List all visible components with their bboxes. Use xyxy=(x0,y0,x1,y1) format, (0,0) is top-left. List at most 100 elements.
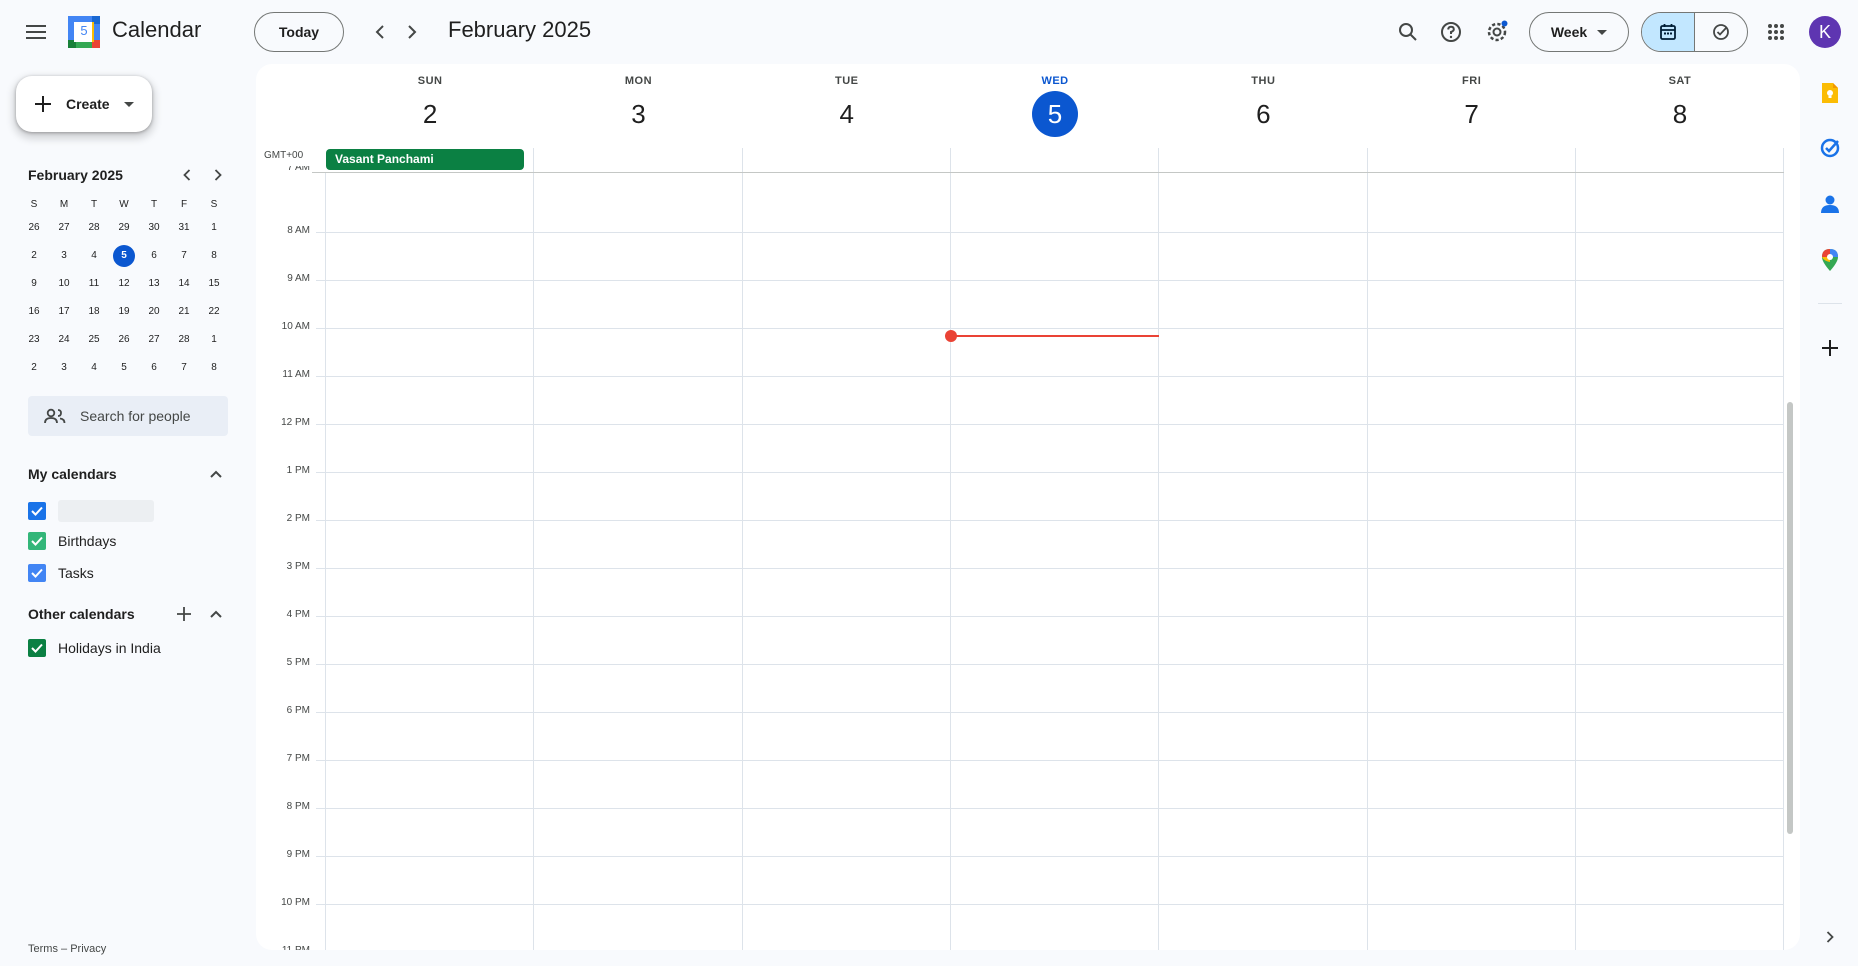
day-header-sat[interactable]: SAT 8 xyxy=(1576,64,1784,137)
mini-day[interactable]: 8 xyxy=(199,244,229,268)
search-people-field[interactable]: Search for people xyxy=(28,396,228,436)
mini-day[interactable]: 7 xyxy=(169,356,199,380)
mini-day[interactable]: 20 xyxy=(139,300,169,324)
contacts-app-button[interactable] xyxy=(1815,189,1845,219)
mini-day[interactable]: 4 xyxy=(79,356,109,380)
calendar-checkbox[interactable] xyxy=(28,532,46,550)
calendar-list-item[interactable]: Holidays in India xyxy=(28,639,161,657)
hour-line xyxy=(316,328,1784,329)
other-calendars-collapse-button[interactable] xyxy=(200,598,232,630)
day-number[interactable]: 3 xyxy=(615,91,661,137)
calendar-mode-button[interactable] xyxy=(1642,13,1694,51)
day-column-divider xyxy=(325,172,326,950)
search-button[interactable] xyxy=(1388,12,1428,52)
mini-day[interactable]: 9 xyxy=(19,272,49,296)
settings-button[interactable] xyxy=(1477,12,1517,52)
get-addons-button[interactable] xyxy=(1815,333,1845,363)
mini-day[interactable]: 8 xyxy=(199,356,229,380)
check-icon xyxy=(31,536,43,546)
view-switcher[interactable]: Week xyxy=(1529,12,1629,52)
google-apps-button[interactable] xyxy=(1756,12,1796,52)
tasks-mode-button[interactable] xyxy=(1695,13,1747,51)
mini-day[interactable]: 22 xyxy=(199,300,229,324)
mini-day[interactable]: 23 xyxy=(19,328,49,352)
day-number[interactable]: 8 xyxy=(1657,91,1703,137)
mini-day[interactable]: 5 xyxy=(109,244,139,268)
mini-calendar-prev-button[interactable] xyxy=(172,160,202,190)
keep-app-button[interactable] xyxy=(1815,78,1845,108)
mini-day[interactable]: 10 xyxy=(49,272,79,296)
mini-day[interactable]: 24 xyxy=(49,328,79,352)
mini-calendar-next-button[interactable] xyxy=(203,160,233,190)
day-header-sun[interactable]: SUN 2 xyxy=(326,64,534,137)
mini-day[interactable]: 11 xyxy=(79,272,109,296)
mini-day[interactable]: 1 xyxy=(199,216,229,240)
calendar-list-item[interactable]: Tasks xyxy=(28,564,94,582)
day-header-mon[interactable]: MON 3 xyxy=(534,64,742,137)
day-header-wed[interactable]: WED 5 xyxy=(951,64,1159,137)
mini-day[interactable]: 14 xyxy=(169,272,199,296)
mini-day[interactable]: 5 xyxy=(109,356,139,380)
mini-day[interactable]: 31 xyxy=(169,216,199,240)
grid-scrollbar[interactable] xyxy=(1787,402,1793,834)
mini-day[interactable]: 3 xyxy=(49,356,79,380)
day-number[interactable]: 7 xyxy=(1449,91,1495,137)
mini-day[interactable]: 1 xyxy=(199,328,229,352)
mini-day[interactable]: 13 xyxy=(139,272,169,296)
mini-day[interactable]: 26 xyxy=(109,328,139,352)
calendar-list-item[interactable]: Birthdays xyxy=(28,532,116,550)
main-menu-button[interactable] xyxy=(16,12,56,52)
mini-day[interactable]: 19 xyxy=(109,300,139,324)
terms-link[interactable]: Terms xyxy=(28,943,58,955)
day-number[interactable]: 4 xyxy=(824,91,870,137)
mini-day[interactable]: 17 xyxy=(49,300,79,324)
calendar-checkbox[interactable] xyxy=(28,639,46,657)
hour-line xyxy=(316,616,1784,617)
mini-day[interactable]: 16 xyxy=(19,300,49,324)
calendar-checkbox[interactable] xyxy=(28,564,46,582)
add-other-calendar-button[interactable] xyxy=(168,598,200,630)
mini-day[interactable]: 26 xyxy=(19,216,49,240)
mini-day[interactable]: 6 xyxy=(139,356,169,380)
day-header-thu[interactable]: THU 6 xyxy=(1159,64,1367,137)
tasks-app-button[interactable] xyxy=(1815,133,1845,163)
mini-day[interactable]: 28 xyxy=(79,216,109,240)
day-header-fri[interactable]: FRI 7 xyxy=(1368,64,1576,137)
next-week-button[interactable] xyxy=(392,12,432,52)
check-icon xyxy=(31,506,43,516)
day-name: TUE xyxy=(834,75,859,87)
mini-day[interactable]: 29 xyxy=(109,216,139,240)
calendar-list-item[interactable] xyxy=(28,500,154,522)
maps-app-button[interactable] xyxy=(1815,245,1845,275)
mini-day[interactable]: 25 xyxy=(79,328,109,352)
privacy-link[interactable]: Privacy xyxy=(70,943,106,955)
mini-day[interactable]: 28 xyxy=(169,328,199,352)
mini-day[interactable]: 4 xyxy=(79,244,109,268)
day-number[interactable]: 6 xyxy=(1240,91,1286,137)
mini-day[interactable]: 2 xyxy=(19,244,49,268)
all-day-event-chip[interactable]: Vasant Panchami xyxy=(326,149,524,170)
mini-day[interactable]: 12 xyxy=(109,272,139,296)
calendar-checkbox[interactable] xyxy=(28,502,46,520)
mini-day[interactable]: 2 xyxy=(19,356,49,380)
calendar-logo[interactable]: 5 xyxy=(68,16,100,48)
day-header-tue[interactable]: TUE 4 xyxy=(743,64,951,137)
support-button[interactable] xyxy=(1431,12,1471,52)
mini-day[interactable]: 30 xyxy=(139,216,169,240)
my-calendars-collapse-button[interactable] xyxy=(200,458,232,490)
today-button[interactable]: Today xyxy=(254,12,344,52)
account-avatar[interactable]: K xyxy=(1809,16,1841,48)
mini-day[interactable]: 18 xyxy=(79,300,109,324)
mini-day[interactable]: 27 xyxy=(49,216,79,240)
day-number[interactable]: 2 xyxy=(407,91,453,137)
create-button[interactable]: Create xyxy=(16,76,152,132)
mini-day[interactable]: 27 xyxy=(139,328,169,352)
expand-side-panel-button[interactable] xyxy=(1815,922,1845,952)
all-day-divider xyxy=(312,172,1784,173)
day-number[interactable]: 5 xyxy=(1032,91,1079,137)
mini-day[interactable]: 7 xyxy=(169,244,199,268)
mini-day[interactable]: 21 xyxy=(169,300,199,324)
mini-day[interactable]: 15 xyxy=(199,272,229,296)
mini-day[interactable]: 3 xyxy=(49,244,79,268)
mini-day[interactable]: 6 xyxy=(139,244,169,268)
